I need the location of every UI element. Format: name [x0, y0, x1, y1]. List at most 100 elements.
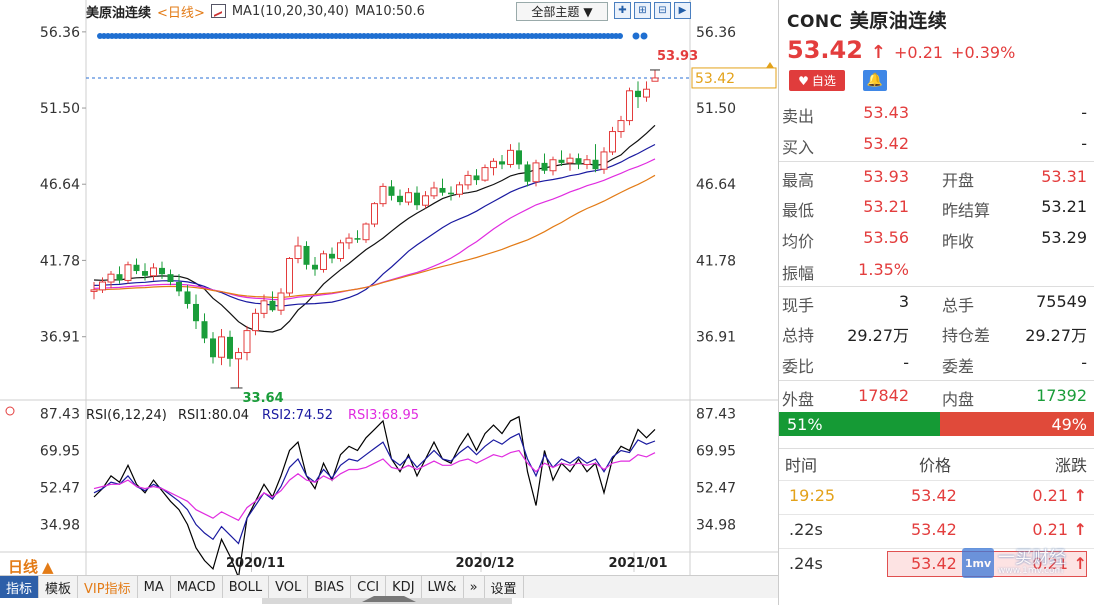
y-tick-label-right: 51.50: [696, 101, 736, 117]
quote-label: 总持: [782, 326, 815, 346]
overview-dot: [617, 33, 623, 39]
quote-label-2: 内盘: [942, 389, 975, 409]
tick-time: .24s: [789, 554, 823, 573]
rsi-tick-label-left: 52.47: [40, 481, 80, 497]
period-switch[interactable]: <日线>: [157, 2, 205, 21]
candle-body: [312, 264, 318, 270]
favorite-label: 自选: [811, 74, 836, 88]
quote-label: 买入: [782, 138, 815, 158]
candle-body: [516, 150, 522, 165]
next-icon[interactable]: ▶: [674, 2, 691, 19]
candle-body: [269, 300, 276, 311]
rsi-tick-label-right: 87.43: [696, 407, 736, 423]
alert-button[interactable]: 🔔: [863, 70, 887, 91]
quote-row: 最高 53.93 开盘 53.31: [779, 160, 1094, 193]
last-price: 53.42: [787, 36, 863, 64]
candle-body: [524, 164, 531, 182]
quote-label: 外盘: [782, 389, 815, 409]
rsi1-value: RSI1:80.04: [178, 408, 249, 423]
quote-row: 卖出 53.43 -: [779, 98, 1094, 129]
arrow-up-icon: ↑: [870, 42, 887, 63]
chart-area[interactable]: 56.36 56.36 51.50 51.50 46.64 46.64 41.78 41.78…: [0, 0, 778, 580]
ma-legend-prefix: MA1(10,20,30,40): [231, 3, 349, 19]
instrument-title: CONC 美原油连续: [787, 6, 947, 33]
quote-row: 均价 53.56 昨收 53.29: [779, 223, 1094, 254]
ma30-line: [93, 158, 656, 301]
indicator-tab[interactable]: 模板: [39, 576, 79, 598]
indicator-settings-icon: [5, 406, 15, 416]
quote-value: 1.35%: [858, 259, 909, 279]
rsi-tick-label-right: 69.95: [696, 444, 736, 460]
indicator-tab[interactable]: »: [464, 576, 485, 598]
sell-ratio: 49%: [940, 412, 1094, 436]
candle-body: [626, 90, 633, 122]
zoom-in-icon[interactable]: ⊞: [634, 2, 651, 19]
tick-price: 53.42: [911, 520, 957, 539]
arrow-up-icon: ↑: [1068, 520, 1087, 539]
indicator-tab[interactable]: BIAS: [308, 576, 352, 598]
candle-body: [651, 77, 659, 82]
zoom-out-icon[interactable]: ⊟: [654, 2, 671, 19]
tick-price: 53.42: [911, 486, 957, 505]
arrow-up-icon: ↑: [1068, 554, 1087, 573]
quote-row: 总持 29.27万 持仓差 29.27万: [779, 317, 1094, 348]
rsi-series-line-1: [93, 415, 656, 580]
candle-body: [286, 258, 293, 294]
buy-ratio: 51%: [779, 412, 940, 436]
indicator-tab[interactable]: VOL: [269, 576, 309, 598]
quote-value-2: 53.21: [1041, 196, 1087, 216]
quote-row: 现手 3 总手 75549: [779, 285, 1094, 318]
quote-value-2: 53.29: [1041, 228, 1087, 248]
chart-legend-bar: 美原油连续 <日线> MA1(10,20,30,40) MA10:50.6: [86, 2, 425, 21]
rsi-tick-label-left: 69.95: [40, 444, 80, 460]
quote-label: 卖出: [782, 107, 815, 126]
candle-body: [116, 274, 123, 281]
rsi-series-line-2: [93, 432, 656, 545]
quote-value-2: 75549: [1036, 291, 1087, 311]
quote-value-2: -: [1081, 353, 1087, 373]
indicator-tab[interactable]: MACD: [171, 576, 223, 598]
candle-body: [532, 162, 540, 183]
candle-body: [371, 203, 378, 225]
kline-chart-svg[interactable]: 56.36 56.36 51.50 51.50 46.64 46.64 41.78 41.78…: [0, 0, 778, 580]
indicator-tab[interactable]: MA: [138, 576, 171, 598]
watermark: 1mv 一买财经 www.1mv.com: [962, 548, 1066, 578]
scroll-thumb[interactable]: [362, 596, 416, 602]
quote-label-2: 开盘: [942, 170, 975, 190]
candle-body: [184, 291, 191, 304]
indicator-tab[interactable]: 设置: [485, 576, 524, 598]
quote-label: 均价: [782, 232, 815, 252]
candle-body: [430, 187, 438, 197]
theme-dropdown[interactable]: 全部主题 ▼: [516, 2, 608, 21]
sell-ratio-label: 49%: [1051, 414, 1087, 434]
candle-body: [464, 174, 472, 186]
y-tick-label-right: 46.64: [696, 177, 736, 193]
candle-body: [201, 321, 208, 339]
indicator-tab[interactable]: VIP指标: [78, 576, 138, 598]
indicator-tab[interactable]: CCI: [351, 576, 387, 598]
triangle-up-icon: [766, 61, 774, 68]
indicator-tab[interactable]: KDJ: [386, 576, 422, 598]
candle-body: [210, 338, 216, 358]
instrument-name: 美原油连续: [849, 10, 948, 32]
candle-body: [176, 282, 182, 292]
crosshair-icon[interactable]: ✚: [614, 2, 631, 19]
indicator-tab[interactable]: BOLL: [223, 576, 270, 598]
quote-value-2: -: [1081, 134, 1087, 154]
quote-row: 委比 - 委差 -: [779, 348, 1094, 379]
tick-time: .22s: [789, 520, 823, 539]
rsi-series-line-3: [93, 449, 656, 522]
rsi2-value: RSI2:74.52: [262, 408, 333, 423]
add-favorite-button[interactable]: ♥ 自选: [789, 70, 845, 91]
period-tab[interactable]: 日线 ▲: [8, 556, 54, 577]
candle-body: [575, 158, 582, 165]
ma-settings-icon[interactable]: [210, 4, 226, 18]
indicator-tab[interactable]: 指标: [0, 576, 40, 598]
date-label: 2020/11: [226, 556, 285, 571]
chart-scrollbar[interactable]: [262, 596, 512, 604]
y-tick-label-right: 41.78: [696, 253, 736, 269]
candle-body: [600, 151, 608, 170]
indicator-tab[interactable]: LW&: [422, 576, 464, 598]
candle-body: [345, 237, 353, 244]
ma10-line: [93, 124, 656, 333]
